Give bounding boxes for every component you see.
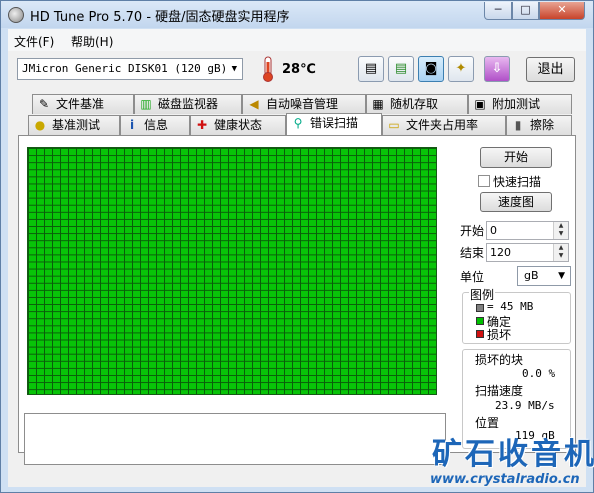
close-button[interactable]: ✕ xyxy=(539,2,585,20)
tab-erase[interactable]: ▮ 擦除 xyxy=(506,115,572,135)
tab-label: 基准测试 xyxy=(52,118,101,132)
exit-button[interactable]: 退出 xyxy=(526,57,575,82)
error-scan-icon: ⚲ xyxy=(293,116,303,130)
tab-label: 擦除 xyxy=(530,118,555,132)
tab-health[interactable]: ✚ 健康状态 xyxy=(190,115,286,135)
tab-info[interactable]: i 信息 xyxy=(120,115,190,135)
watermark-title: 矿石收音机 xyxy=(432,437,594,472)
legend-swatch-block-size xyxy=(476,304,484,312)
scan-block-grid xyxy=(27,147,437,395)
spin-arrows-icon[interactable]: ▲ ▼ xyxy=(553,244,568,261)
speaker-icon: ◀ xyxy=(249,97,259,111)
menu-file[interactable]: 文件(F) xyxy=(14,33,54,50)
save-icon: ⇩ xyxy=(491,61,503,76)
tab-folder-usage[interactable]: ▭ 文件夹占用率 xyxy=(382,115,506,135)
health-icon: ✚ xyxy=(196,118,208,132)
scan-speed-label: 扫描速度 xyxy=(475,384,524,398)
start-scan-button[interactable]: 开始 xyxy=(480,147,552,168)
maximize-button[interactable]: □ xyxy=(512,2,539,20)
tab-label: 文件基准 xyxy=(56,97,105,111)
tab-disk-monitor[interactable]: ▥ 磁盘监视器 xyxy=(134,94,242,114)
chevron-down-icon: ▼ xyxy=(558,271,565,281)
watermark-url: www.crystalradio.cn xyxy=(430,472,580,487)
watermark-logo: 矿石收音机 www.crystalradio.cn xyxy=(426,429,594,491)
tab-noise-management[interactable]: ◀ 自动噪音管理 xyxy=(242,94,366,114)
random-access-icon: ▦ xyxy=(372,97,384,111)
copy-icon: ▤ xyxy=(364,61,378,76)
minimize-button[interactable]: ─ xyxy=(484,2,512,20)
temperature-readout: 28℃ xyxy=(282,62,316,77)
legend-block-size: = 45 MB xyxy=(487,300,534,313)
tab-random-access[interactable]: ▦ 随机存取 xyxy=(366,94,468,114)
damaged-blocks-label: 损坏的块 xyxy=(475,353,524,367)
drive-select[interactable]: JMicron Generic DISK01 (120 gB) ▼ xyxy=(17,58,243,80)
start-position-value: 0 xyxy=(490,224,497,237)
tab-label: 自动噪音管理 xyxy=(266,97,339,111)
tab-label: 信息 xyxy=(144,118,169,132)
disk-monitor-icon: ▥ xyxy=(140,97,152,111)
copy-all-button[interactable]: ▤ xyxy=(388,56,414,82)
scan-speed-value: 23.9 MB/s xyxy=(495,399,555,412)
legend-swatch-damaged xyxy=(476,330,484,338)
legend-swatch-ok xyxy=(476,317,484,325)
erase-icon: ▮ xyxy=(514,118,522,132)
tab-label: 错误扫描 xyxy=(310,116,359,130)
window-title: HD Tune Pro 5.70 - 硬盘/固态硬盘实用程序 xyxy=(30,10,290,25)
menu-help[interactable]: 帮助(H) xyxy=(71,33,113,50)
folder-icon: ▭ xyxy=(388,118,400,132)
drive-select-value: JMicron Generic DISK01 (120 gB) xyxy=(22,62,228,75)
tab-file-benchmark[interactable]: ✎ 文件基准 xyxy=(32,94,134,114)
start-label: 开始 xyxy=(460,224,485,238)
legend-damaged: 损坏 xyxy=(487,328,512,342)
menu-bar: 文件(F) 帮助(H) xyxy=(8,29,586,51)
extra-tests-icon: ▣ xyxy=(474,97,486,111)
settings-icon: ✦ xyxy=(455,61,467,76)
tab-label: 随机存取 xyxy=(390,97,439,111)
app-window: HD Tune Pro 5.70 - 硬盘/固态硬盘实用程序 ─ □ ✕ 文件(… xyxy=(0,0,594,493)
tab-label: 健康状态 xyxy=(214,118,263,132)
camera-icon: ◙ xyxy=(424,61,438,76)
end-label: 结束 xyxy=(460,246,485,260)
copy-text-button[interactable]: ▤ xyxy=(358,56,384,82)
benchmark-icon: ● xyxy=(34,118,46,132)
tab-label: 文件夹占用率 xyxy=(406,118,479,132)
thermometer-icon xyxy=(263,56,273,82)
file-benchmark-icon: ✎ xyxy=(38,97,50,111)
start-position-input[interactable]: 0 ▲ ▼ xyxy=(486,221,569,240)
damaged-blocks-value: 0.0 % xyxy=(522,367,556,380)
scan-log-box xyxy=(24,413,446,465)
info-icon: i xyxy=(129,118,135,132)
options-button[interactable]: ✦ xyxy=(448,56,474,82)
toolbar: JMicron Generic DISK01 (120 gB) ▼ 28℃ ▤ … xyxy=(8,51,586,87)
speed-map-button[interactable]: 速度图 xyxy=(480,192,552,212)
tab-extra-tests[interactable]: ▣ 附加测试 xyxy=(468,94,572,114)
title-bar[interactable]: HD Tune Pro 5.70 - 硬盘/固态硬盘实用程序 ─ □ ✕ xyxy=(1,1,593,28)
end-position-value: 120 xyxy=(490,246,511,259)
spin-arrows-icon[interactable]: ▲ ▼ xyxy=(553,222,568,239)
hdtune-app-icon xyxy=(8,7,24,23)
tab-label: 磁盘监视器 xyxy=(158,97,219,111)
screenshot-button[interactable]: ◙ xyxy=(418,56,444,82)
unit-label: 单位 xyxy=(460,270,485,284)
quick-scan-checkbox[interactable] xyxy=(478,175,490,187)
quick-scan-label: 快速扫描 xyxy=(493,175,542,189)
chevron-down-icon: ▼ xyxy=(231,64,237,74)
tab-error-scan[interactable]: ⚲ 错误扫描 xyxy=(286,113,382,135)
tab-benchmark[interactable]: ● 基准测试 xyxy=(28,115,120,135)
end-position-input[interactable]: 120 ▲ ▼ xyxy=(486,243,569,262)
unit-select[interactable]: gB ▼ xyxy=(517,266,571,286)
copy-all-icon: ▤ xyxy=(394,61,408,76)
tab-label: 附加测试 xyxy=(492,97,541,111)
unit-select-value: gB xyxy=(524,269,539,282)
save-button[interactable]: ⇩ xyxy=(484,56,510,82)
